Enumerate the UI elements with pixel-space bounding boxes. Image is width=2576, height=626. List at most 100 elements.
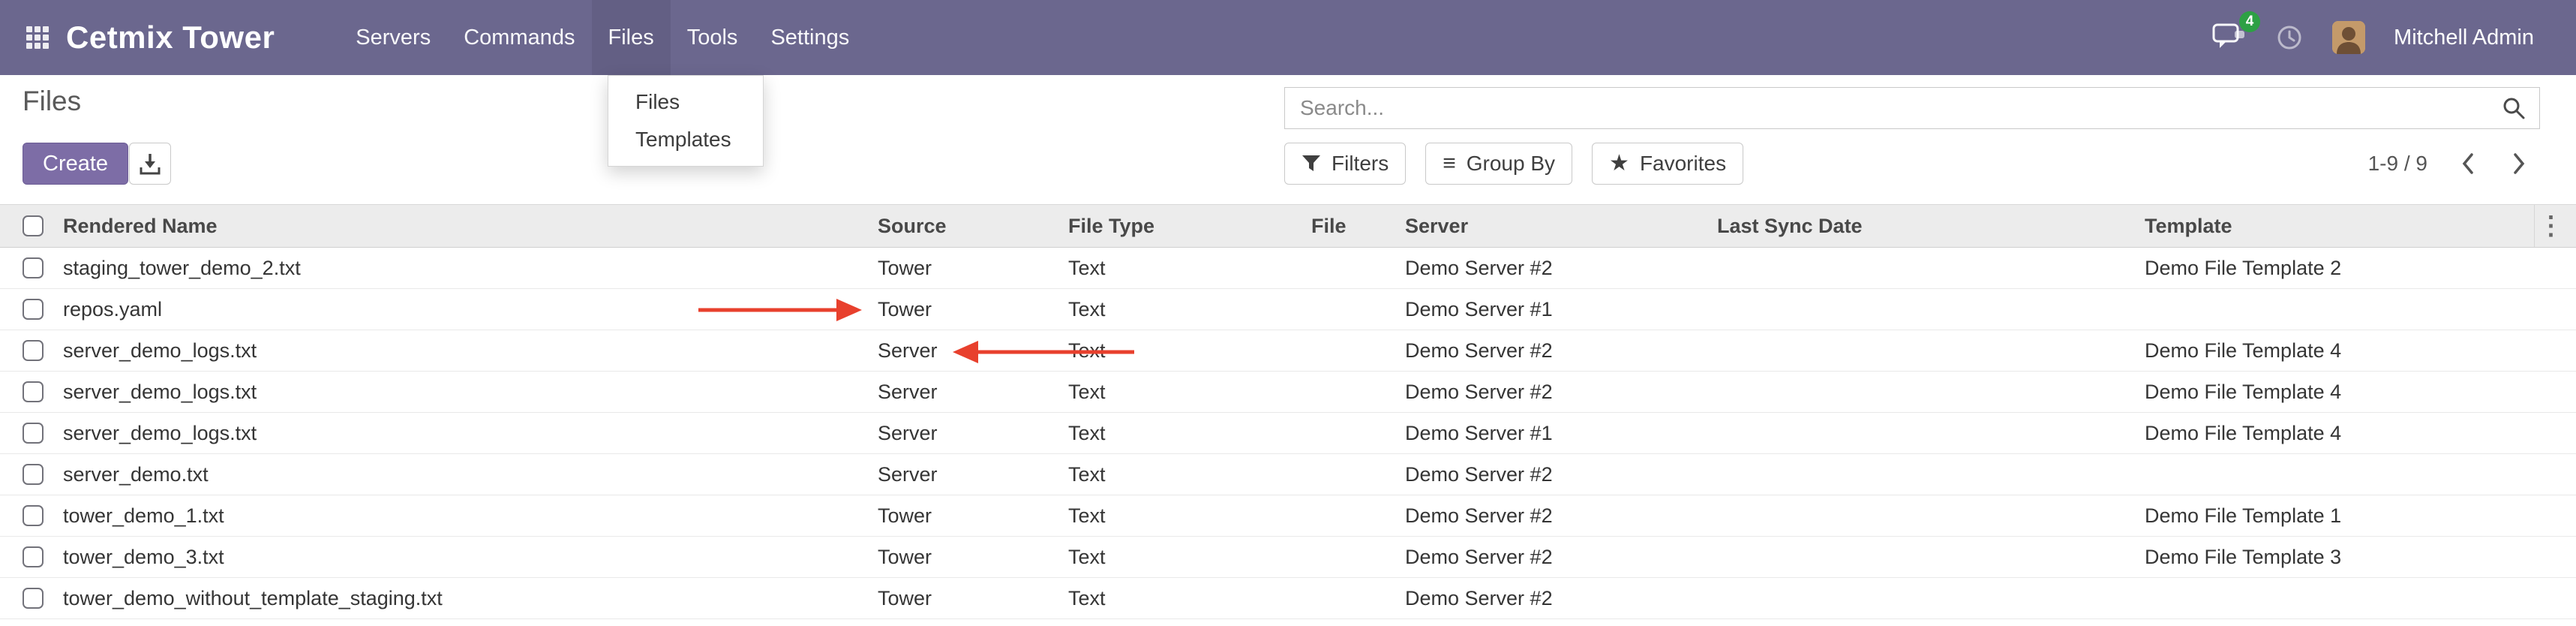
activity-clock-icon bbox=[2275, 23, 2304, 52]
column-header-server[interactable]: Server bbox=[1405, 215, 1717, 238]
apps-grid-icon[interactable] bbox=[20, 20, 56, 56]
funnel-icon bbox=[1302, 154, 1321, 173]
table-row[interactable]: server_demo_logs.txt Server Text Demo Se… bbox=[0, 413, 2576, 454]
table-row[interactable]: tower_demo_3.txt Tower Text Demo Server … bbox=[0, 537, 2576, 578]
cell-options bbox=[2534, 330, 2576, 371]
navbar-right-cluster: 4 Mitchell Admin bbox=[2212, 21, 2534, 54]
group-by-icon: ≡ bbox=[1443, 152, 1456, 175]
favorites-label: Favorites bbox=[1640, 152, 1726, 176]
cell-rendered-name: staging_tower_demo_2.txt bbox=[63, 257, 878, 280]
files-menu-dropdown: Files Templates bbox=[608, 75, 764, 167]
row-checkbox-cell bbox=[0, 546, 63, 567]
app-window: Cetmix Tower Servers Commands Files Tool… bbox=[0, 0, 2576, 626]
menu-item-files[interactable]: Files bbox=[592, 0, 671, 75]
cell-options bbox=[2534, 413, 2576, 453]
search-input[interactable] bbox=[1285, 88, 2502, 128]
row-checkbox[interactable] bbox=[23, 464, 44, 485]
row-checkbox[interactable] bbox=[23, 546, 44, 567]
cell-server: Demo Server #2 bbox=[1405, 257, 1717, 280]
cell-file-type: Text bbox=[1068, 463, 1311, 486]
cell-file-type: Text bbox=[1068, 339, 1311, 363]
menu-item-tools[interactable]: Tools bbox=[671, 0, 755, 75]
messages-count-badge: 4 bbox=[2239, 11, 2260, 32]
cell-server: Demo Server #1 bbox=[1405, 422, 1717, 445]
activities-button[interactable] bbox=[2275, 23, 2304, 52]
cell-file-type: Text bbox=[1068, 422, 1311, 445]
cell-rendered-name: server_demo_logs.txt bbox=[63, 422, 878, 445]
top-navbar: Cetmix Tower Servers Commands Files Tool… bbox=[0, 0, 2576, 75]
cell-source: Server bbox=[878, 463, 1068, 486]
row-checkbox-cell bbox=[0, 505, 63, 526]
cell-template: Demo File Template 4 bbox=[2145, 381, 2534, 404]
pager-next-button[interactable] bbox=[2508, 149, 2529, 179]
group-by-label: Group By bbox=[1467, 152, 1555, 176]
cell-options bbox=[2534, 289, 2576, 330]
cell-rendered-name: tower_demo_3.txt bbox=[63, 546, 878, 569]
column-header-template[interactable]: Template bbox=[2145, 215, 2534, 238]
table-row[interactable]: staging_tower_demo_2.txt Tower Text Demo… bbox=[0, 248, 2576, 289]
user-avatar[interactable] bbox=[2332, 21, 2365, 54]
cell-template: Demo File Template 2 bbox=[2145, 257, 2534, 280]
dropdown-item-templates[interactable]: Templates bbox=[608, 121, 763, 158]
page-title: Files bbox=[23, 86, 81, 117]
search-icon[interactable] bbox=[2502, 96, 2526, 120]
cell-rendered-name: repos.yaml bbox=[63, 298, 878, 321]
cell-server: Demo Server #2 bbox=[1405, 381, 1717, 404]
cell-source: Server bbox=[878, 381, 1068, 404]
chevron-right-icon bbox=[2511, 152, 2526, 176]
table-row[interactable]: tower_demo_1.txt Tower Text Demo Server … bbox=[0, 495, 2576, 537]
messages-button[interactable]: 4 bbox=[2212, 22, 2247, 54]
cell-rendered-name: server_demo.txt bbox=[63, 463, 878, 486]
brand-title[interactable]: Cetmix Tower bbox=[66, 20, 275, 56]
favorites-button[interactable]: ★ Favorites bbox=[1592, 143, 1743, 185]
table-body: staging_tower_demo_2.txt Tower Text Demo… bbox=[0, 248, 2576, 619]
row-checkbox[interactable] bbox=[23, 423, 44, 444]
row-checkbox-cell bbox=[0, 340, 63, 361]
menu-item-settings[interactable]: Settings bbox=[754, 0, 866, 75]
column-options-toggle[interactable]: ⋮ bbox=[2534, 205, 2576, 247]
table-row[interactable]: server_demo_logs.txt Server Text Demo Se… bbox=[0, 330, 2576, 372]
create-button[interactable]: Create bbox=[23, 143, 128, 185]
row-checkbox[interactable] bbox=[23, 299, 44, 320]
menu-item-commands[interactable]: Commands bbox=[447, 0, 591, 75]
table-row[interactable]: tower_demo_without_template_staging.txt … bbox=[0, 578, 2576, 619]
cell-options bbox=[2534, 372, 2576, 412]
cell-file-type: Text bbox=[1068, 546, 1311, 569]
pager-previous-button[interactable] bbox=[2457, 149, 2478, 179]
row-checkbox[interactable] bbox=[23, 588, 44, 609]
pager: 1-9 / 9 bbox=[2368, 143, 2529, 185]
files-list-table: Rendered Name Source File Type File Serv… bbox=[0, 204, 2576, 619]
filters-button[interactable]: Filters bbox=[1284, 143, 1406, 185]
table-row[interactable]: server_demo.txt Server Text Demo Server … bbox=[0, 454, 2576, 495]
cell-source: Tower bbox=[878, 546, 1068, 569]
cell-server: Demo Server #1 bbox=[1405, 298, 1717, 321]
row-checkbox-cell bbox=[0, 464, 63, 485]
cell-source: Tower bbox=[878, 298, 1068, 321]
pager-range: 1-9 / 9 bbox=[2368, 152, 2427, 176]
table-row[interactable]: repos.yaml Tower Text Demo Server #1 bbox=[0, 289, 2576, 330]
menu-item-servers[interactable]: Servers bbox=[339, 0, 447, 75]
import-button[interactable] bbox=[129, 143, 171, 185]
cell-source: Server bbox=[878, 339, 1068, 363]
column-header-file-type[interactable]: File Type bbox=[1068, 215, 1311, 238]
cell-file-type: Text bbox=[1068, 257, 1311, 280]
row-checkbox[interactable] bbox=[23, 257, 44, 278]
cell-source: Tower bbox=[878, 504, 1068, 528]
cell-file-type: Text bbox=[1068, 298, 1311, 321]
table-header: Rendered Name Source File Type File Serv… bbox=[0, 204, 2576, 248]
row-checkbox[interactable] bbox=[23, 340, 44, 361]
column-header-last-sync-date[interactable]: Last Sync Date bbox=[1717, 215, 2145, 238]
select-all-checkbox[interactable] bbox=[23, 215, 44, 236]
column-header-rendered-name[interactable]: Rendered Name bbox=[63, 215, 878, 238]
row-checkbox[interactable] bbox=[23, 505, 44, 526]
row-checkbox[interactable] bbox=[23, 381, 44, 402]
table-row[interactable]: server_demo_logs.txt Server Text Demo Se… bbox=[0, 372, 2576, 413]
user-menu[interactable]: Mitchell Admin bbox=[2394, 26, 2534, 50]
download-tray-icon bbox=[138, 152, 162, 176]
apps-grid-glyph bbox=[26, 26, 50, 50]
cell-file-type: Text bbox=[1068, 381, 1311, 404]
group-by-button[interactable]: ≡ Group By bbox=[1425, 143, 1572, 185]
dropdown-item-files[interactable]: Files bbox=[608, 83, 763, 121]
column-header-source[interactable]: Source bbox=[878, 215, 1068, 238]
column-header-file[interactable]: File bbox=[1311, 215, 1405, 238]
